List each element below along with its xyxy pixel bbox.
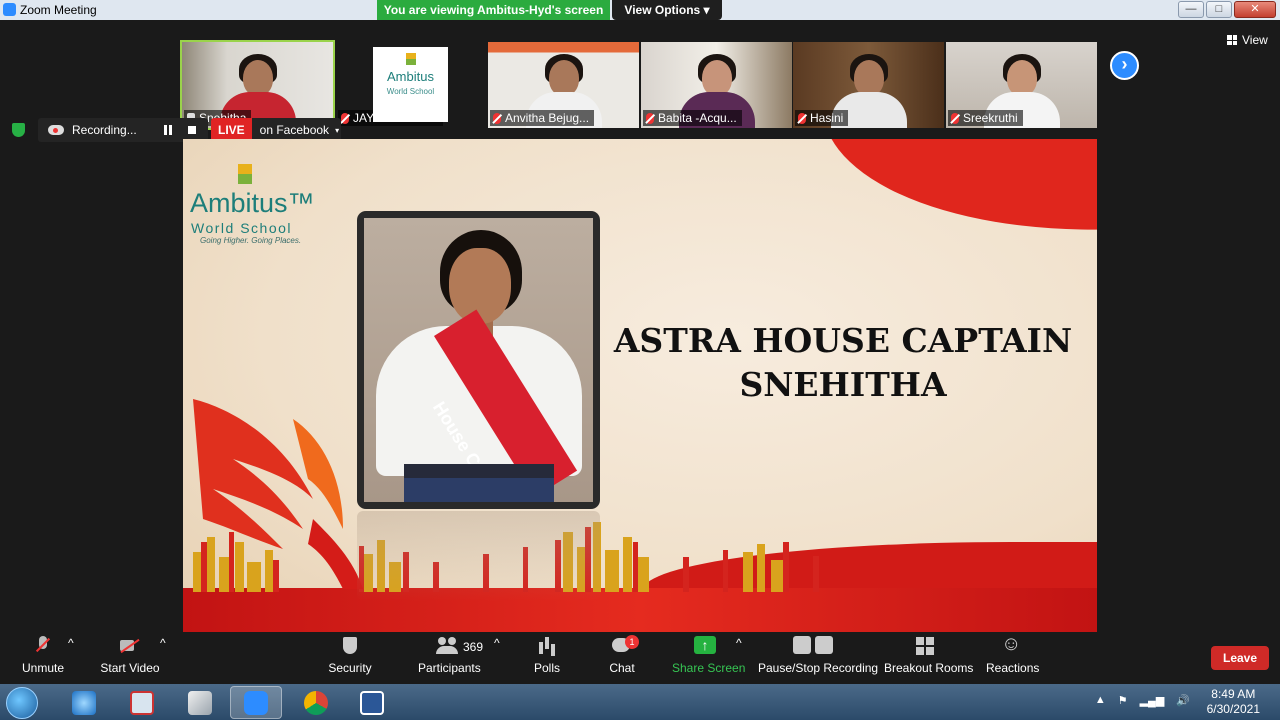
- breakout-grid-icon: [914, 636, 936, 656]
- captain-photo: House Captain: [364, 218, 593, 502]
- meeting-toolbar: Unmute ^ Start Video ^ Security Particip…: [0, 632, 1280, 684]
- participant-tile-sreekruthi[interactable]: Sreekruthi: [946, 42, 1097, 128]
- decorative-swoosh: [822, 139, 1097, 250]
- muted-mic-icon: [646, 112, 654, 124]
- share-screen-icon: [694, 636, 716, 656]
- taskbar-zoom[interactable]: [230, 686, 282, 719]
- participant-tile-anvitha[interactable]: Anvitha Bejug...: [488, 42, 639, 128]
- pause-stop-recording-button[interactable]: Pause/Stop Recording: [758, 636, 878, 675]
- participants-count: 369: [463, 640, 484, 654]
- video-options-caret[interactable]: ^: [160, 636, 166, 650]
- taskbar-word[interactable]: [346, 686, 398, 719]
- os-taskbar: ▲ ⚑ ▂▄▆ 🔊 8:49 AM 6/30/2021: [0, 684, 1280, 720]
- participant-tile-snehitha[interactable]: Snehitha: [180, 40, 335, 130]
- encryption-shield-icon[interactable]: [12, 123, 25, 137]
- taskbar-internet-explorer[interactable]: [58, 686, 110, 719]
- logo-school: World School: [191, 220, 293, 236]
- shared-screen-slide: Ambitus™ World School Going Higher. Goin…: [183, 139, 1097, 632]
- video-off-icon: [119, 636, 141, 656]
- logo-tagline: Going Higher. Going Places.: [200, 236, 302, 245]
- taskbar-chrome[interactable]: [290, 686, 342, 719]
- clock-time: 8:49 AM: [1211, 687, 1256, 701]
- system-tray: ▲ ⚑ ▂▄▆ 🔊: [1095, 694, 1190, 707]
- chevron-down-icon: ▾: [335, 125, 340, 135]
- zoom-icon: [244, 690, 268, 715]
- network-signal-icon[interactable]: ▂▄▆: [1140, 694, 1165, 707]
- cloud-record-icon: [48, 125, 64, 135]
- muted-mic-icon: [341, 112, 349, 124]
- show-hidden-icons-icon[interactable]: ▲: [1095, 694, 1106, 707]
- participant-profile-logo: Ambitus World School: [373, 47, 448, 122]
- slide-caption: ASTRA HOUSE CAPTAIN SNEHITHA: [613, 319, 1073, 407]
- participant-tile-hasini[interactable]: Hasini: [793, 42, 944, 128]
- window-title: Zoom Meeting: [20, 3, 97, 17]
- snipping-tool-icon: [130, 690, 154, 715]
- muted-mic-icon: [32, 636, 54, 656]
- share-screen-button[interactable]: Share Screen: [672, 636, 745, 675]
- internet-explorer-icon: [72, 690, 96, 715]
- security-button[interactable]: Security: [328, 636, 372, 675]
- live-target: on Facebook: [259, 123, 330, 137]
- muted-mic-icon: [951, 112, 959, 124]
- minimize-button[interactable]: —: [1178, 1, 1204, 18]
- view-options-menu[interactable]: View Options ▾: [612, 0, 722, 20]
- word-icon: [360, 690, 384, 715]
- screen-share-banner: You are viewing Ambitus-Hyd's screen: [377, 0, 610, 20]
- ambitus-logo-mark-icon: [406, 53, 416, 65]
- shield-icon: [339, 636, 361, 656]
- stop-recording-button[interactable]: [188, 126, 196, 134]
- audio-options-caret[interactable]: ^: [68, 636, 74, 650]
- meeting-stage: Snehitha JAYASRI-MAT... Ambitus World Sc…: [0, 20, 1280, 632]
- taskbar-snipping-tool[interactable]: [116, 686, 168, 719]
- smiley-icon: [999, 633, 1021, 656]
- participant-name: Babita -Acqu...: [658, 111, 737, 125]
- window-controls: — □ ✕: [1178, 1, 1276, 18]
- bar-chart-icon: [536, 636, 558, 656]
- decorative-band: [183, 588, 1097, 632]
- maximize-button[interactable]: □: [1206, 1, 1232, 18]
- photo-reflection: [357, 511, 600, 601]
- grid-view-icon: [1227, 35, 1237, 45]
- chevron-right-icon: ›: [1121, 54, 1128, 74]
- participant-name: Sreekruthi: [963, 111, 1018, 125]
- unmute-button[interactable]: Unmute: [21, 636, 65, 675]
- zoom-app-icon: [3, 3, 16, 16]
- app-icon: [188, 690, 212, 715]
- pause-stop-icon: [793, 636, 835, 656]
- winged-figure-graphic: [193, 399, 363, 589]
- participant-name: Hasini: [810, 111, 844, 125]
- reactions-button[interactable]: Reactions: [986, 633, 1039, 675]
- action-center-flag-icon[interactable]: ⚑: [1118, 694, 1128, 707]
- logo-name: Ambitus™: [190, 188, 315, 218]
- close-window-button[interactable]: ✕: [1234, 1, 1276, 18]
- participant-name: Anvitha Bejug...: [505, 111, 590, 125]
- leave-meeting-button[interactable]: Leave: [1211, 646, 1269, 670]
- recording-label: Recording...: [72, 123, 137, 137]
- chat-unread-badge: 1: [625, 635, 639, 649]
- volume-icon[interactable]: 🔊: [1176, 694, 1190, 707]
- share-options-caret[interactable]: ^: [736, 636, 742, 650]
- next-page-button[interactable]: ›: [1110, 51, 1139, 80]
- breakout-rooms-button[interactable]: Breakout Rooms: [884, 636, 973, 675]
- clock-date: 6/30/2021: [1206, 702, 1260, 716]
- pause-recording-button[interactable]: [164, 125, 172, 135]
- ambitus-logo-mark-icon: [238, 164, 252, 184]
- view-layout-button[interactable]: View: [1227, 33, 1268, 47]
- caption-name: SNEHITHA: [739, 365, 947, 404]
- people-icon: [436, 636, 458, 656]
- participant-tile-babita[interactable]: Babita -Acqu...: [641, 42, 792, 128]
- taskbar-clock[interactable]: 8:49 AM 6/30/2021: [1207, 687, 1260, 717]
- start-video-button[interactable]: Start Video: [100, 636, 160, 675]
- caption-title: ASTRA HOUSE CAPTAIN: [613, 321, 1073, 360]
- participants-options-caret[interactable]: ^: [494, 636, 500, 650]
- taskbar-app[interactable]: [174, 686, 226, 719]
- muted-mic-icon: [798, 112, 806, 124]
- polls-button[interactable]: Polls: [532, 636, 562, 675]
- start-button[interactable]: [6, 687, 38, 719]
- muted-mic-icon: [493, 112, 501, 124]
- chrome-icon: [304, 690, 328, 715]
- captain-photo-frame: House Captain: [357, 211, 600, 509]
